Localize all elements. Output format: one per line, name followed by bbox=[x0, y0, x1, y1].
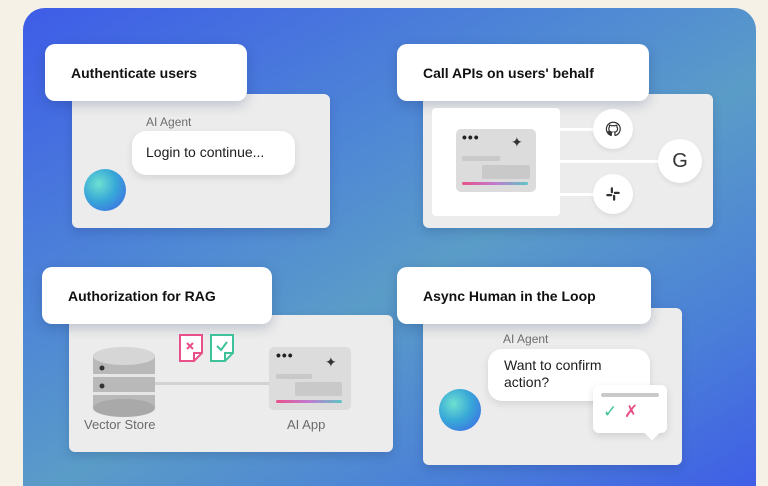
login-bubble: Login to continue... bbox=[132, 131, 295, 175]
placeholder-bar bbox=[462, 156, 500, 161]
github-glyph bbox=[605, 121, 621, 137]
connector-line-github bbox=[560, 128, 596, 131]
authenticate-title: Authenticate users bbox=[71, 64, 198, 81]
document-approved-icon bbox=[210, 334, 234, 362]
document-denied-icon bbox=[179, 334, 203, 362]
app-placeholder-block bbox=[295, 382, 342, 396]
connector-line-slack bbox=[560, 193, 596, 196]
rag-title-card: Authorization for RAG bbox=[42, 267, 272, 324]
authenticate-agent-label: AI Agent bbox=[146, 115, 192, 129]
connector-line-google bbox=[560, 160, 660, 163]
approve-check-icon[interactable]: ✓ bbox=[603, 402, 617, 422]
authenticate-title-card: Authenticate users bbox=[45, 44, 247, 101]
slack-icon bbox=[593, 174, 633, 214]
app-placeholder-bar bbox=[276, 374, 312, 379]
agent-avatar-orb bbox=[84, 169, 126, 211]
placeholder-block bbox=[482, 165, 530, 179]
github-icon bbox=[593, 109, 633, 149]
app-menu-dots-icon: ••• bbox=[276, 347, 294, 363]
gradient-bar bbox=[462, 182, 528, 185]
app-gradient-bar bbox=[276, 400, 342, 403]
approval-placeholder-bar bbox=[601, 393, 659, 397]
vector-store-label: Vector Store bbox=[84, 417, 156, 432]
app-sparkle-icon: ✦ bbox=[325, 354, 337, 370]
diagram-canvas: Authenticate users AI Agent Login to con… bbox=[23, 8, 756, 486]
login-bubble-text: Login to continue... bbox=[146, 144, 265, 160]
call-apis-title: Call APIs on users' behalf bbox=[423, 64, 594, 81]
call-apis-title-card: Call APIs on users' behalf bbox=[397, 44, 649, 101]
menu-dots-icon: ••• bbox=[462, 129, 480, 145]
database-icon bbox=[93, 347, 155, 417]
async-title-card: Async Human in the Loop bbox=[397, 267, 651, 324]
slack-glyph bbox=[606, 187, 620, 201]
async-agent-orb bbox=[439, 389, 481, 431]
ai-app-label: AI App bbox=[287, 417, 326, 432]
async-agent-label: AI Agent bbox=[503, 332, 549, 346]
rag-title: Authorization for RAG bbox=[68, 287, 216, 304]
reject-cross-icon[interactable]: ✗ bbox=[624, 402, 638, 422]
async-title: Async Human in the Loop bbox=[423, 287, 596, 304]
google-icon: G bbox=[658, 139, 702, 183]
sparkle-icon: ✦ bbox=[511, 134, 523, 150]
connector-line-rag bbox=[148, 382, 273, 385]
google-letter: G bbox=[672, 149, 688, 172]
